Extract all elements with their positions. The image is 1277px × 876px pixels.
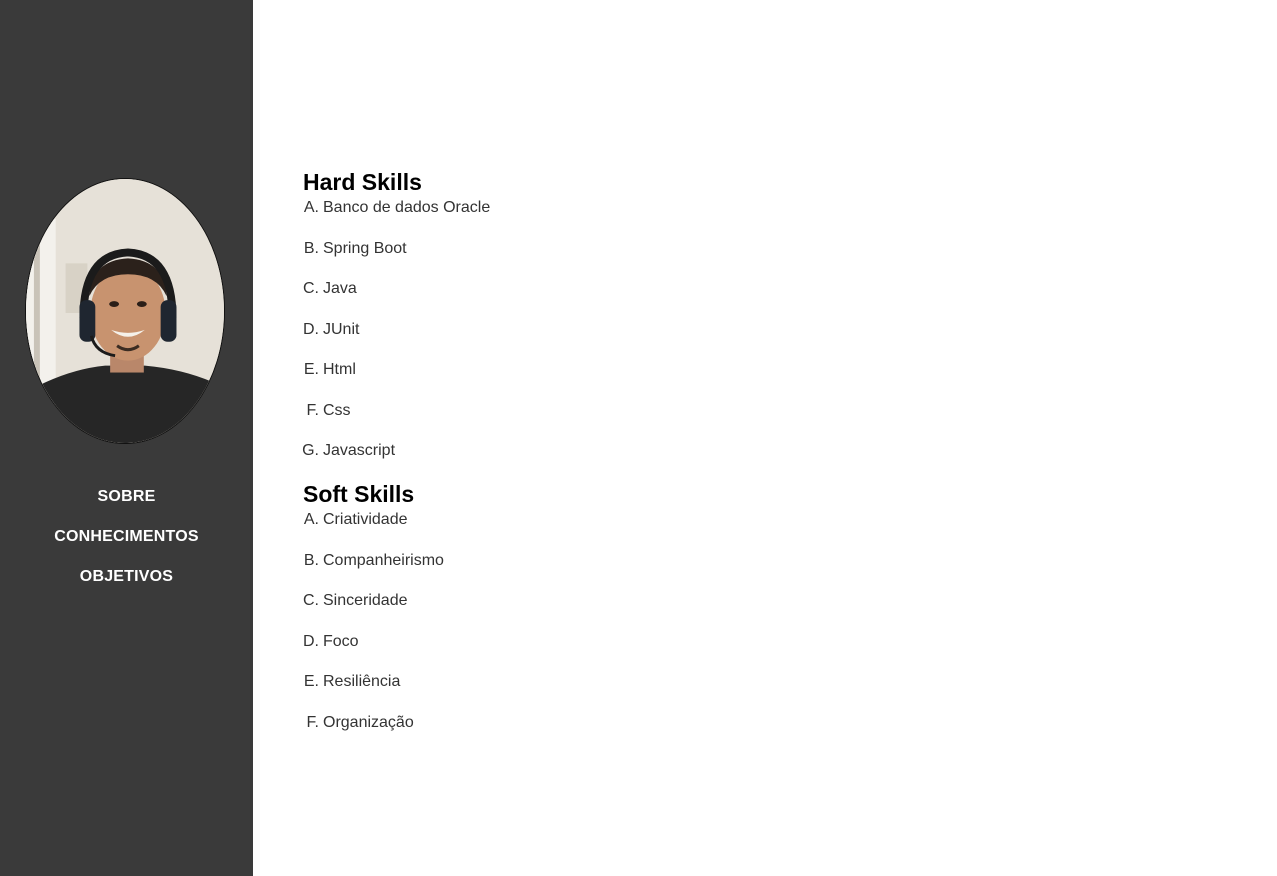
profile-photo: [25, 178, 225, 444]
skill-label: Javascript: [323, 442, 396, 459]
list-marker: E.: [303, 673, 319, 690]
list-marker: C.: [303, 592, 319, 609]
soft-skills-list: A. Criatividade B. Companheirismo C. Sincer…: [303, 510, 444, 754]
sidebar: SOBRE CONHECIMENTOS OBJETIVOS: [0, 0, 253, 876]
skill-label: Html: [323, 361, 356, 378]
skill-label: Spring Boot: [323, 239, 407, 257]
nav-item-conhecimentos: CONHECIMENTOS: [0, 527, 253, 567]
skill-label: Css: [323, 401, 351, 419]
skill-label: Foco: [323, 632, 359, 650]
skill-label: Companheirismo: [323, 551, 444, 569]
list-item: F. Organização: [307, 713, 444, 754]
list-marker: D.: [303, 632, 319, 650]
nav-item-sobre: SOBRE: [0, 487, 253, 527]
list-item: B. Spring Boot: [304, 239, 490, 280]
list-item: A. Criatividade: [304, 510, 444, 551]
list-marker: F.: [306, 713, 319, 731]
nav-link-conhecimentos[interactable]: CONHECIMENTOS: [54, 528, 199, 545]
list-marker: A.: [303, 511, 319, 528]
main-content: Hard Skills A. Banco de dados Oracle B. Sp…: [253, 0, 1277, 876]
hard-skills-title: Hard Skills: [303, 169, 422, 195]
soft-skills-title: Soft Skills: [303, 481, 415, 507]
list-marker: F.: [306, 401, 319, 419]
list-marker: B.: [303, 239, 319, 257]
list-item: C. Java: [303, 279, 490, 320]
nav-item-objetivos: OBJETIVOS: [0, 567, 253, 607]
skill-label: Organização: [323, 713, 414, 731]
list-item: F. Css: [307, 401, 490, 442]
list-item: A. Banco de dados Oracle: [304, 198, 491, 239]
list-marker: G.: [302, 442, 319, 459]
list-marker: B.: [303, 551, 319, 569]
list-item: D. Foco: [303, 632, 444, 673]
list-marker: A.: [303, 199, 319, 216]
nav-link-objetivos[interactable]: OBJETIVOS: [80, 568, 173, 585]
skill-label: Sinceridade: [323, 592, 408, 609]
list-marker: E.: [303, 361, 319, 378]
list-item: B. Companheirismo: [304, 551, 444, 592]
list-item: G. Javascript: [302, 441, 490, 482]
list-item: E. Resiliência: [304, 672, 444, 713]
main-nav: SOBRE CONHECIMENTOS OBJETIVOS: [0, 487, 253, 607]
list-item: E. Html: [304, 360, 490, 401]
skill-label: Resiliência: [323, 673, 401, 690]
skill-label: Java: [323, 280, 357, 297]
skill-label: Criatividade: [323, 511, 408, 528]
skill-label: Banco de dados Oracle: [323, 199, 491, 216]
list-item: C. Sinceridade: [303, 591, 444, 632]
skill-label: JUnit: [323, 320, 360, 338]
nav-link-sobre[interactable]: SOBRE: [98, 488, 156, 505]
profile-photo-image: [26, 179, 224, 443]
list-item: D. JUnit: [303, 320, 490, 361]
list-marker: D.: [303, 320, 319, 338]
list-marker: C.: [303, 280, 319, 297]
hard-skills-list: A. Banco de dados Oracle B. Spring Boot C.…: [302, 198, 491, 482]
